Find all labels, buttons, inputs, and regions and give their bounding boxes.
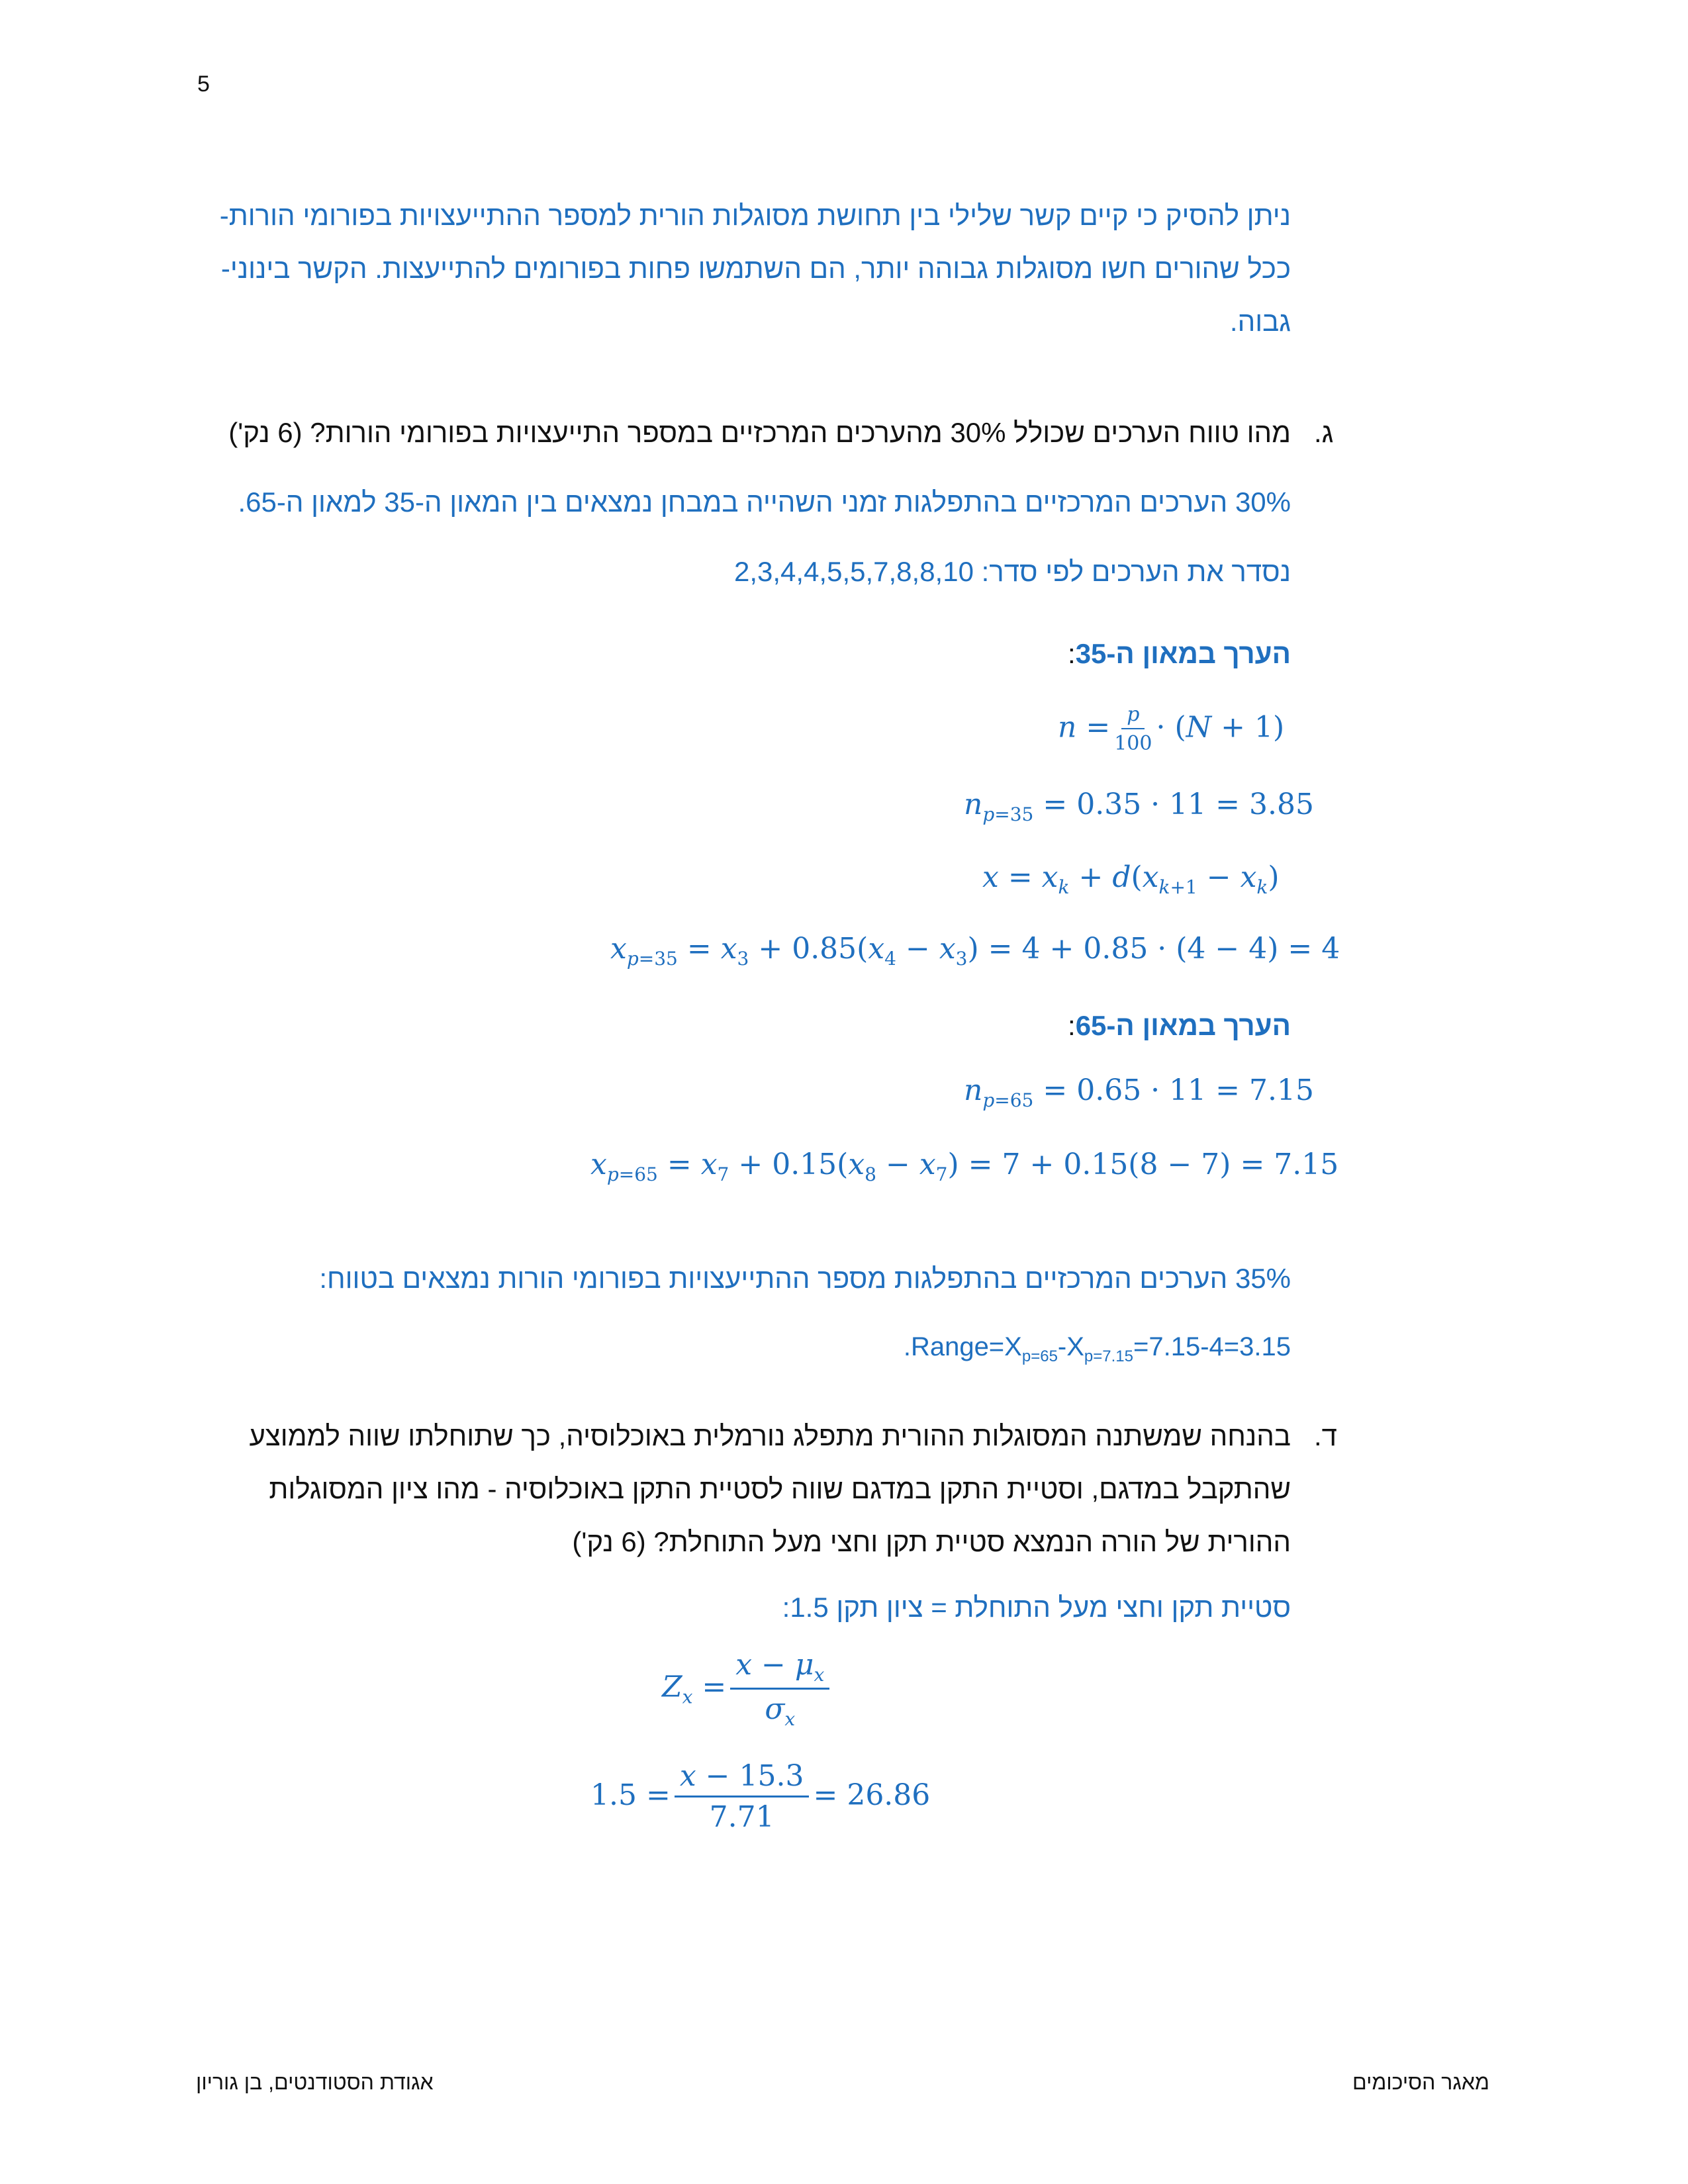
question-g-marker: ג. bbox=[1314, 417, 1334, 448]
question-d-marker: ד. bbox=[1314, 1420, 1337, 1451]
answer-d-line: סטיית תקן וחצי מעל התוחלת = ציון תקן 1.5… bbox=[782, 1592, 1291, 1623]
answer-g-line1: 30% הערכים המרכזיים בהתפלגות זמני השהייה… bbox=[238, 486, 1291, 518]
heading-35-colon: : bbox=[1068, 638, 1076, 669]
question-d-text: בהנחה שמשתנה המסוגלות ההורית מתפלג נורמל… bbox=[192, 1410, 1291, 1569]
page-number: 5 bbox=[197, 71, 210, 97]
heading-percentile-35: הערך במאון ה-35: bbox=[794, 638, 1291, 670]
range-mid: -X bbox=[1057, 1332, 1084, 1361]
question-d-line: בהנחה שמשתנה המסוגלות ההורית מתפלג נורמל… bbox=[249, 1420, 1291, 1451]
range-prefix: Range=X bbox=[910, 1332, 1022, 1361]
heading-65-text: הערך במאון ה-65 bbox=[1075, 1010, 1291, 1041]
question-d-line: ההורית של הורה הנמצא סטיית תקן וחצי מעל … bbox=[572, 1526, 1291, 1557]
formula-n-p65: np=65 = 0.65 · 11 = 7.15 bbox=[964, 1073, 1314, 1111]
formula-x-p65: xp=65 = x7 + 0.15(x8 − x7) = 7 + 0.15(8 … bbox=[590, 1148, 1339, 1185]
formula-n-p35: np=35 = 0.35 · 11 = 3.85 bbox=[964, 788, 1314, 825]
summary-line: 35% הערכים המרכזיים בהתפלגות מספר ההתייע… bbox=[319, 1263, 1291, 1294]
answer-g-line2: נסדר את הערכים לפי סדר: 2,3,4,4,5,5,7,8,… bbox=[733, 556, 1291, 587]
formula-x-p35: xp=35 = x3 + 0.85(x4 − x3) = 4 + 0.85 · … bbox=[610, 932, 1340, 970]
intro-paragraph: ניתן להסיק כי קיים קשר שלילי בין תחושת מ… bbox=[192, 189, 1291, 348]
range-trail: . bbox=[903, 1332, 911, 1361]
intro-line: גבוה. bbox=[1229, 306, 1291, 337]
range-sub1: p=65 bbox=[1021, 1347, 1058, 1365]
question-g-text: מהו טווח הערכים שכולל 30% מהערכים המרכזי… bbox=[228, 417, 1291, 448]
footer-right: מאגר הסיכומים bbox=[1352, 2070, 1489, 2094]
formula-n-general: n = p 100 · (N + 1) bbox=[1058, 703, 1285, 755]
formula-z-general: Zx = x − μx σx bbox=[662, 1648, 833, 1730]
intro-line: ניתן להסיק כי קיים קשר שלילי בין תחושת מ… bbox=[219, 200, 1291, 231]
range-suffix: =7.15-4=3.15 bbox=[1133, 1332, 1291, 1361]
formula-x-general: x = xk + d(xk+1 − xk) bbox=[982, 860, 1280, 898]
range-line: .Range=Xp=65-Xp=7.15=7.15-4=3.15 bbox=[794, 1332, 1291, 1366]
question-d-line: שהתקבל במדגם, וסטיית התקן במדגם שווה לסט… bbox=[269, 1473, 1291, 1504]
footer-left: אגודת הסטודנטים, בן גוריון bbox=[196, 2070, 434, 2094]
heading-35-text: הערך במאון ה-35 bbox=[1075, 638, 1291, 669]
heading-65-colon: : bbox=[1068, 1010, 1076, 1041]
range-sub2: p=7.15 bbox=[1084, 1347, 1133, 1365]
intro-line: ככל שהורים חשו מסוגלות גבוהה יותר, הם הש… bbox=[220, 253, 1291, 284]
heading-percentile-65: הערך במאון ה-65: bbox=[794, 1010, 1291, 1042]
formula-z-solution: 1.5 = x − 15.3 7.71 = 26.86 bbox=[590, 1759, 931, 1834]
